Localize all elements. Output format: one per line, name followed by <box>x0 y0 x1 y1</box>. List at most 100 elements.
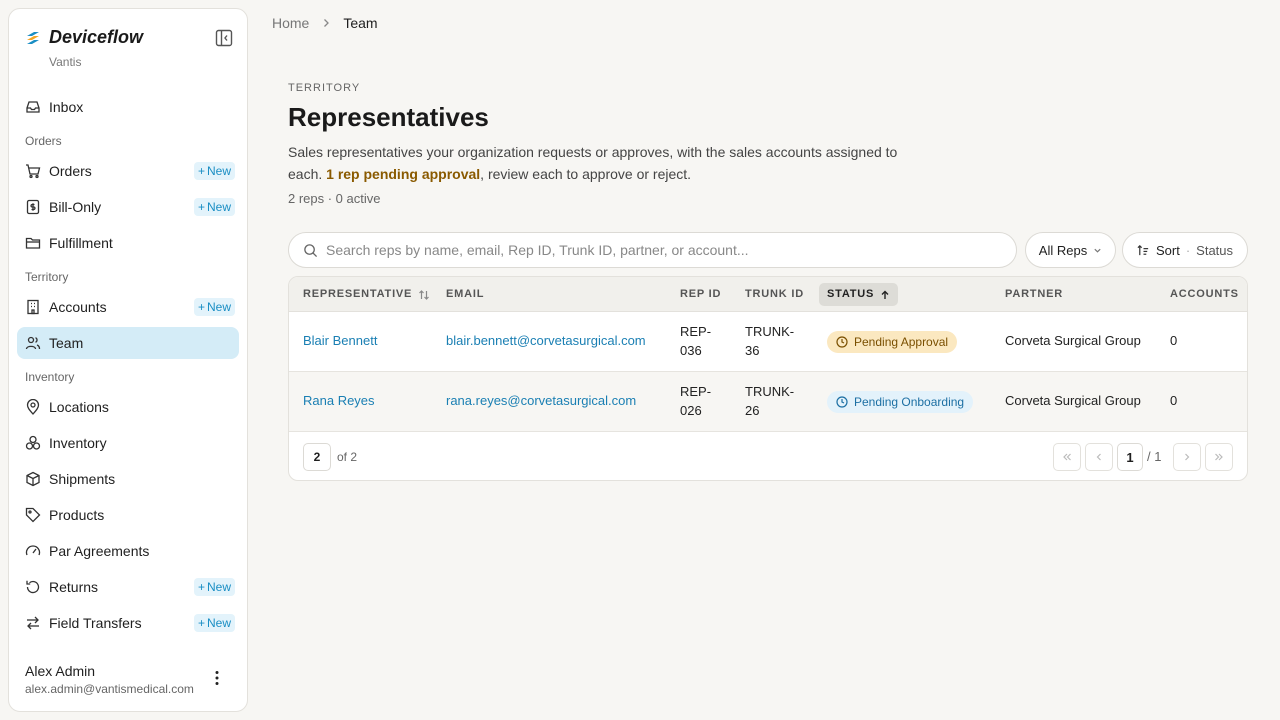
user-profile[interactable]: Alex Admin alex.admin@vantismedical.com <box>25 663 194 696</box>
column-representative[interactable]: REPRESENTATIVE <box>303 277 430 312</box>
clock-icon <box>836 396 848 408</box>
sidebar-collapse-icon[interactable] <box>215 29 233 47</box>
plus-icon: + <box>197 300 205 314</box>
current-page[interactable]: 1 <box>1117 443 1143 471</box>
accounts-cell: 0 <box>1170 393 1178 408</box>
sort-button[interactable]: Sort · Status <box>1122 232 1248 268</box>
sort-both-icon <box>419 289 430 300</box>
table-row[interactable]: Rana Reyes rana.reyes@corvetasurgical.co… <box>289 372 1247 432</box>
gauge-icon <box>25 545 41 556</box>
sidebar-item-orders[interactable]: Orders + New <box>17 155 239 187</box>
table-row[interactable]: Blair Bennett blair.bennett@corvetasurgi… <box>289 312 1247 372</box>
new-order-button[interactable]: + New <box>193 162 235 180</box>
breadcrumb-home[interactable]: Home <box>272 15 309 31</box>
sidebar-item-label: Inbox <box>49 99 84 115</box>
pending-approval-highlight: 1 rep pending approval <box>326 166 481 182</box>
plus-icon: + <box>197 164 205 178</box>
column-status[interactable]: STATUS <box>819 283 899 306</box>
nav-section-inventory: Inventory <box>25 370 75 384</box>
inbox-icon <box>26 101 40 113</box>
search-icon <box>304 243 318 257</box>
chevron-down-icon <box>1094 248 1101 253</box>
rep-id-part: REP- <box>680 324 712 339</box>
column-partner[interactable]: PARTNER <box>1005 277 1063 312</box>
folder-icon <box>25 237 41 249</box>
rotate-ccw-icon <box>26 580 40 594</box>
brand[interactable]: Deviceflow <box>25 27 143 48</box>
chevrons-right-icon <box>1215 453 1223 461</box>
page-total: / 1 <box>1147 449 1162 464</box>
transfer-arrows-icon <box>27 616 39 630</box>
last-page-button[interactable] <box>1205 443 1233 471</box>
sort-label: Sort <box>1155 242 1180 258</box>
sidebar-item-shipments[interactable]: Shipments <box>17 463 239 495</box>
column-email[interactable]: EMAIL <box>446 277 484 312</box>
sidebar: Deviceflow Vantis Inbox Orders Orders + N… <box>8 8 248 712</box>
status-badge: Pending Approval <box>827 331 958 353</box>
new-label: New <box>206 300 231 314</box>
sidebar-item-returns[interactable]: Returns + New <box>17 571 239 603</box>
new-account-button[interactable]: + New <box>193 298 235 316</box>
column-trunk-id[interactable]: TRUNK ID <box>745 277 804 312</box>
new-field-transfer-button[interactable]: + New <box>193 614 235 632</box>
new-label: New <box>206 164 231 178</box>
sidebar-item-team[interactable]: Team <box>17 327 239 359</box>
user-name: Alex Admin <box>25 663 96 679</box>
next-page-button[interactable] <box>1173 443 1201 471</box>
search-box[interactable] <box>288 232 1017 268</box>
rep-filter-dropdown[interactable]: All Reps <box>1025 232 1116 268</box>
sidebar-item-locations[interactable]: Locations <box>17 391 239 423</box>
sidebar-item-accounts[interactable]: Accounts + New <box>17 291 239 323</box>
row-total: of 2 <box>337 450 358 464</box>
trunk-id-part: 26 <box>745 403 760 418</box>
sidebar-item-fulfillment[interactable]: Fulfillment <box>17 227 239 259</box>
sidebar-item-inbox[interactable]: Inbox <box>17 91 239 123</box>
plus-icon: + <box>197 580 205 594</box>
sidebar-item-bill-only[interactable]: Bill-Only + New <box>17 191 239 223</box>
sidebar-item-inventory[interactable]: Inventory <box>17 427 239 459</box>
page-size-select[interactable]: 2 <box>303 443 331 471</box>
rep-email-link[interactable]: rana.reyes@corvetasurgical.com <box>446 393 636 408</box>
new-label: New <box>206 200 231 214</box>
status-badge: Pending Onboarding <box>827 391 974 413</box>
prev-page-button[interactable] <box>1085 443 1113 471</box>
description-text-end: , review each to approve or reject. <box>480 166 692 182</box>
status-label: Pending Onboarding <box>854 395 965 409</box>
sidebar-item-label: Team <box>49 335 84 351</box>
sidebar-nav: Inbox Orders Orders + New Bill-Only + New … <box>17 91 239 643</box>
sidebar-item-label: Bill-Only <box>49 199 102 215</box>
sidebar-item-label: Accounts <box>49 299 107 315</box>
column-rep-id[interactable]: REP ID <box>680 277 721 312</box>
sidebar-item-label: Par Agreements <box>49 543 150 559</box>
chevron-right-icon <box>324 19 330 27</box>
reps-table: REPRESENTATIVE EMAIL REP ID TRUNK ID STA… <box>288 276 1248 481</box>
rep-name-link[interactable]: Rana Reyes <box>303 393 375 408</box>
arrow-up-icon <box>881 290 889 299</box>
rep-email-link[interactable]: blair.bennett@corvetasurgical.com <box>446 333 646 348</box>
sidebar-item-label: Field Transfers <box>49 615 142 631</box>
trunk-id-part: 36 <box>745 343 760 358</box>
new-return-button[interactable]: + New <box>193 578 235 596</box>
column-label: REPRESENTATIVE <box>303 288 413 300</box>
column-accounts[interactable]: ACCOUNTS <box>1170 277 1239 312</box>
search-input[interactable] <box>326 242 986 258</box>
rep-id-part: 026 <box>680 403 702 418</box>
rep-id-part: REP- <box>680 384 712 399</box>
new-bill-only-button[interactable]: + New <box>193 198 235 216</box>
status-label: Pending Approval <box>854 335 949 349</box>
sidebar-item-label: Locations <box>49 399 109 415</box>
first-page-button[interactable] <box>1053 443 1081 471</box>
more-vertical-icon[interactable] <box>214 670 220 686</box>
cart-icon <box>26 164 41 179</box>
breadcrumb: Home Team <box>272 15 378 31</box>
clock-icon <box>836 336 848 348</box>
sidebar-item-field-transfers[interactable]: Field Transfers + New <box>17 607 239 639</box>
rep-name-link[interactable]: Blair Bennett <box>303 333 377 348</box>
tag-icon <box>25 507 41 523</box>
brand-name: Deviceflow <box>49 27 144 47</box>
table-footer: 2 of 2 1 / 1 <box>289 433 1247 480</box>
sidebar-item-products[interactable]: Products <box>17 499 239 531</box>
package-icon <box>26 471 40 487</box>
sidebar-item-par-agreements[interactable]: Par Agreements <box>17 535 239 567</box>
trunk-id-part: TRUNK- <box>745 324 795 339</box>
